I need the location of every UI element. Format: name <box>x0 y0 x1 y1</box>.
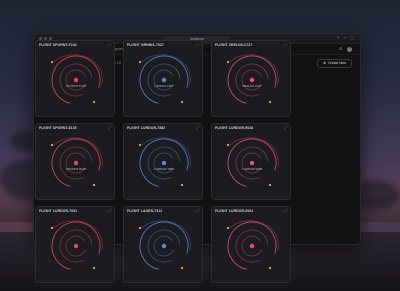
flight-signature-graphic: SPORNT F102 <box>50 54 103 104</box>
settings-icon[interactable]: ⚙ <box>339 47 343 51</box>
waypoint-marker <box>50 60 54 64</box>
waypoint-marker <box>226 60 230 64</box>
waypoint-marker <box>50 226 54 230</box>
flight-signature-graphic: LURDOR 7882 <box>138 137 191 187</box>
waypoint-marker <box>138 60 142 64</box>
signature-card[interactable]: FLIGHT ZRELNS-0727 ⤢ ZRELNS 0727 <box>211 40 291 117</box>
waypoint-marker <box>268 183 272 187</box>
waypoint-marker <box>268 100 272 104</box>
signature-card[interactable]: FLIGHT LURDOR-7882 ⤢ LURDOR 7882 <box>123 123 203 200</box>
center-node <box>161 77 167 83</box>
signature-center-label: ZRELNS 0727 <box>242 84 262 88</box>
center-node <box>249 243 255 249</box>
create-new-button[interactable]: ⊕ Create New <box>317 58 352 68</box>
center-node <box>73 77 79 83</box>
create-new-label: Create New <box>328 61 346 65</box>
new-tab-icon[interactable]: + <box>343 36 347 40</box>
signature-center-label: SPORNT 8128 <box>66 167 86 171</box>
center-node <box>249 77 255 83</box>
center-node <box>161 160 167 166</box>
signature-center-label: SPORNT F102 <box>66 84 86 88</box>
tabs-overview-icon[interactable]: ▢ <box>350 36 354 40</box>
waypoint-marker <box>92 183 96 187</box>
waypoint-marker <box>92 100 96 104</box>
flight-signature-graphic: GRNNIS 7927 <box>138 54 191 104</box>
waypoint-marker <box>268 266 272 270</box>
waypoint-marker <box>92 266 96 270</box>
waypoint-marker <box>180 266 184 270</box>
flight-signature-graphic: ZRELNS 0727 <box>226 54 279 104</box>
flight-signature-graphic <box>226 220 279 270</box>
waypoint-marker <box>50 143 54 147</box>
plus-icon: ⊕ <box>323 61 327 65</box>
signature-card[interactable]: FLIGHT SPORNT-F102 ⤢ SPORNT F102 <box>35 40 115 117</box>
center-node <box>249 160 255 166</box>
center-node <box>161 243 167 249</box>
signature-card[interactable]: FLIGHT SPORNT-8128 ⤢ SPORNT 8128 <box>35 123 115 200</box>
signature-center-label: GRNNIS 7927 <box>154 84 174 88</box>
waypoint-marker <box>138 226 142 230</box>
waypoint-marker <box>180 183 184 187</box>
signature-center-label: LURDOR 7882 <box>154 167 175 171</box>
signature-card[interactable]: FLIGHT LURDOR-7091 ⤢ <box>35 206 115 283</box>
center-node <box>73 160 79 166</box>
share-icon[interactable]: ⇪ <box>336 36 340 40</box>
center-node <box>73 243 79 249</box>
signature-card[interactable]: FLIGHT GRNNIS-7927 ⤢ GRNNIS 7927 <box>123 40 203 117</box>
avatar[interactable] <box>347 46 352 52</box>
waypoint-marker <box>226 226 230 230</box>
signature-center-label: LURDOR 9048 <box>242 167 263 171</box>
flight-signature-graphic: SPORNT 8128 <box>50 137 103 187</box>
signature-grid: FLIGHT SPORNT-F102 ⤢ SPORNT F102 FLIGHT GRN… <box>35 40 291 283</box>
flight-signature-graphic <box>138 220 191 270</box>
waypoint-marker <box>226 143 230 147</box>
waypoint-marker <box>180 100 184 104</box>
signature-card[interactable]: FLIGHT LAURS-7312 ⤢ <box>123 206 203 283</box>
signature-card[interactable]: FLIGHT LURDOR-9048 ⤢ LURDOR 9048 <box>211 123 291 200</box>
waypoint-marker <box>138 143 142 147</box>
signature-card[interactable]: FLIGHT LURDOR-0004 ⤢ <box>211 206 291 283</box>
flight-signature-graphic <box>50 220 103 270</box>
flight-signature-graphic: LURDOR 9048 <box>226 137 279 187</box>
